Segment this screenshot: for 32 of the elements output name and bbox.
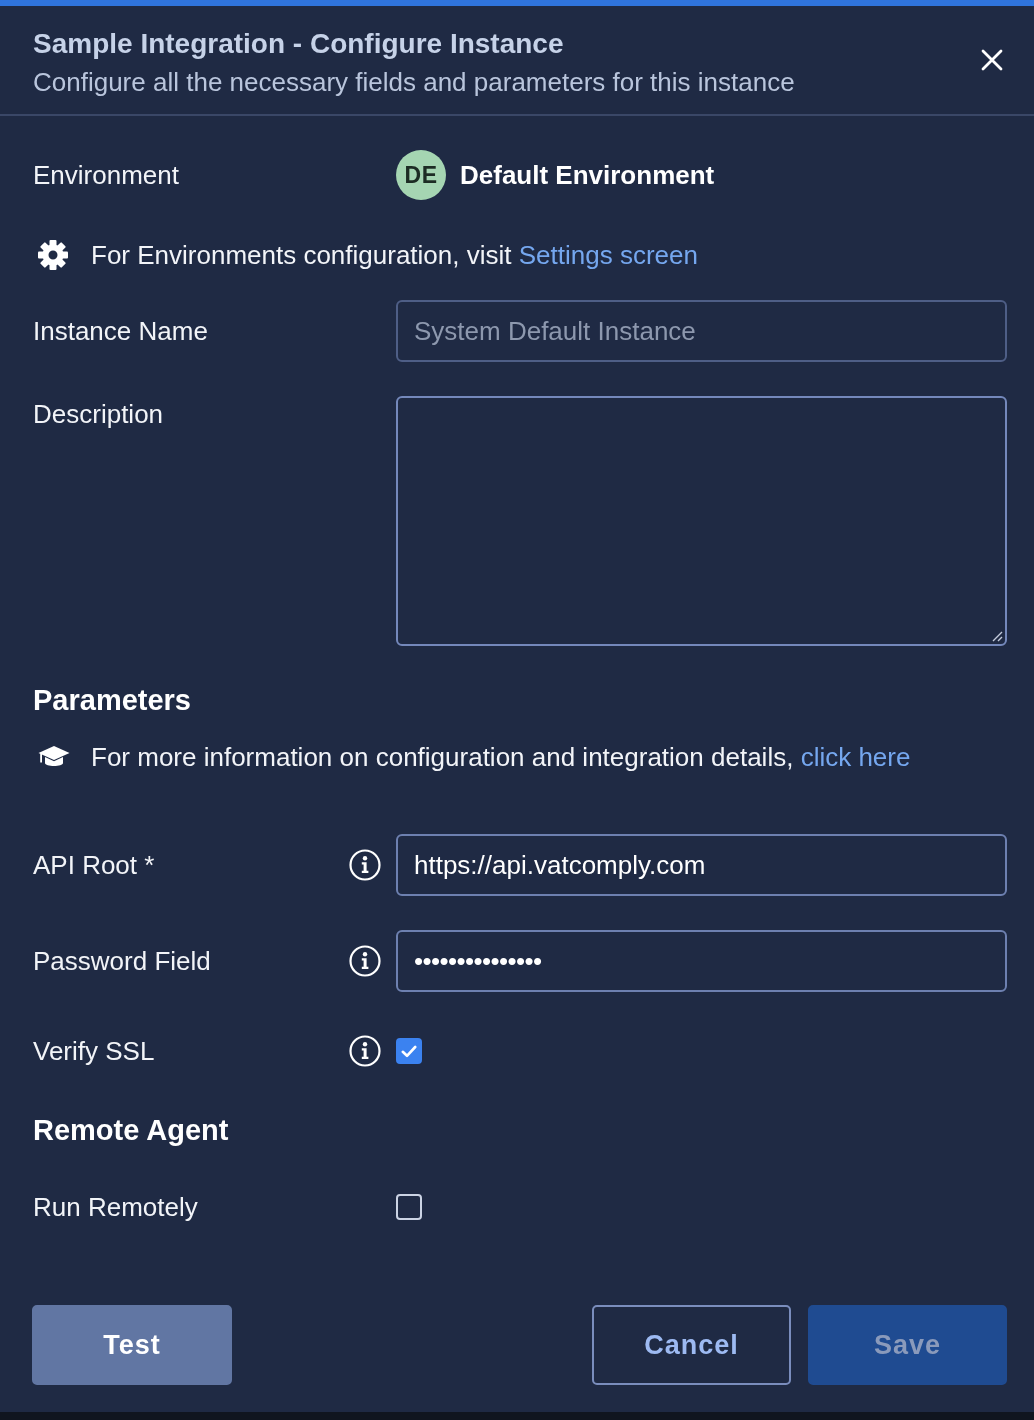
section-heading: Remote Agent (33, 1114, 229, 1146)
details-link[interactable]: click here (800, 742, 911, 772)
field-label: Description (33, 398, 164, 431)
checkmark-icon (401, 1044, 417, 1058)
input-field[interactable]: System Default Instance (396, 300, 1007, 362)
checkbox[interactable] (396, 1038, 422, 1064)
info-icon[interactable] (349, 1035, 381, 1067)
input-field[interactable]: https://api.vatcomply.com (396, 834, 1007, 896)
resize-grip-icon[interactable] (992, 631, 1003, 642)
close-icon (981, 49, 1003, 71)
field-label: Run Remotely (33, 1191, 198, 1224)
environment-name: Default Environment (460, 159, 715, 191)
environment-avatar: DE (396, 150, 446, 200)
password-field[interactable]: ••••••••••••••• (396, 930, 1007, 992)
field-label: Password Field (33, 945, 211, 978)
parameters-note: For more information on configuration and integration details, click here (91, 741, 911, 774)
gear-icon (38, 240, 68, 270)
section-heading: Parameters (33, 684, 191, 716)
field-label: Instance Name (33, 315, 208, 348)
field-label: API Root * (33, 849, 155, 882)
environment-label: Environment (33, 159, 179, 192)
graduation-cap-icon (38, 745, 70, 769)
textarea-field[interactable] (396, 396, 1007, 646)
info-icon[interactable] (349, 945, 381, 977)
dialog-title: Sample Integration - Configure Instance (33, 27, 564, 61)
settings-note: For Environments configuration, visit Settings screen (91, 239, 698, 272)
test-button[interactable]: Test (32, 1305, 232, 1385)
settings-link[interactable]: Settings screen (518, 240, 698, 270)
field-label: Verify SSL (33, 1035, 155, 1068)
info-icon[interactable] (349, 849, 381, 881)
cancel-button[interactable]: Cancel (592, 1305, 791, 1385)
dialog-subtitle: Configure all the necessary fields and parameters for this instance (33, 66, 795, 99)
